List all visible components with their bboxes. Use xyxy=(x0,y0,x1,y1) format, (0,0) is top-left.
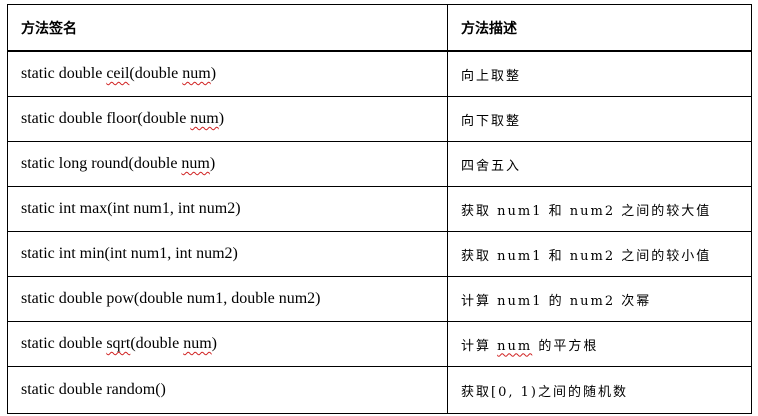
spellcheck-word: num xyxy=(182,65,211,82)
table-row: static double random() 获取[0, 1)之间的随机数 xyxy=(7,366,752,414)
method-signature-cell: static long round(double num) xyxy=(7,141,448,187)
table-row: static double pow(double num1, double nu… xyxy=(7,276,752,322)
signature-text: static double floor(double xyxy=(21,110,191,127)
method-signature-cell: static int min(int num1, int num2) xyxy=(7,231,448,277)
table-row: static double sqrt(double num) 计算 num 的平… xyxy=(7,321,752,367)
method-table: 方法签名 方法描述 static double ceil(double num)… xyxy=(7,4,752,414)
header-method-description: 方法描述 xyxy=(447,4,752,52)
table-row: static int min(int num1, int num2) 获取 nu… xyxy=(7,231,752,277)
header-method-signature: 方法签名 xyxy=(7,4,448,52)
method-description-cell: 获取 num1 和 num2 之间的较小值 xyxy=(447,231,752,277)
method-description-cell: 四舍五入 xyxy=(447,141,752,187)
method-signature-cell: static double ceil(double num) xyxy=(7,50,448,97)
signature-text: static double xyxy=(21,335,107,352)
signature-text: ) xyxy=(210,65,217,82)
method-signature-cell: static double random() xyxy=(7,366,448,414)
description-text: 的平方根 xyxy=(532,338,599,354)
table-header-row: 方法签名 方法描述 xyxy=(7,4,752,52)
signature-text: static long round(double xyxy=(21,155,182,172)
table-row: static double ceil(double num) 向上取整 xyxy=(7,50,752,97)
method-signature-cell: static double pow(double num1, double nu… xyxy=(7,276,448,322)
signature-text: (double xyxy=(129,65,183,82)
method-signature-cell: static int max(int num1, int num2) xyxy=(7,186,448,232)
method-signature-cell: static double sqrt(double num) xyxy=(7,321,448,367)
description-text: 计算 xyxy=(461,338,498,354)
table-row: static long round(double num) 四舍五入 xyxy=(7,141,752,187)
spellcheck-word: num xyxy=(497,338,533,354)
signature-text: ) xyxy=(211,335,217,352)
signature-text: static double xyxy=(21,65,107,82)
spellcheck-word: sqrt xyxy=(106,335,131,352)
method-description-cell: 向下取整 xyxy=(447,96,752,142)
spellcheck-word: ceil xyxy=(106,65,130,82)
table-row: static double floor(double num) 向下取整 xyxy=(7,96,752,142)
spellcheck-word: num xyxy=(181,155,210,172)
method-description-cell: 计算 num 的平方根 xyxy=(447,321,752,367)
spellcheck-word: num xyxy=(183,335,212,352)
method-description-cell: 向上取整 xyxy=(447,50,752,97)
signature-text: (double xyxy=(130,335,184,352)
spellcheck-word: num xyxy=(190,110,219,127)
method-description-cell: 计算 num1 的 num2 次幂 xyxy=(447,276,752,322)
signature-text: ) xyxy=(209,155,216,172)
method-signature-cell: static double floor(double num) xyxy=(7,96,448,142)
signature-text: ) xyxy=(218,110,225,127)
method-description-cell: 获取[0, 1)之间的随机数 xyxy=(447,366,752,414)
table-row: static int max(int num1, int num2) 获取 nu… xyxy=(7,186,752,232)
method-description-cell: 获取 num1 和 num2 之间的较大值 xyxy=(447,186,752,232)
